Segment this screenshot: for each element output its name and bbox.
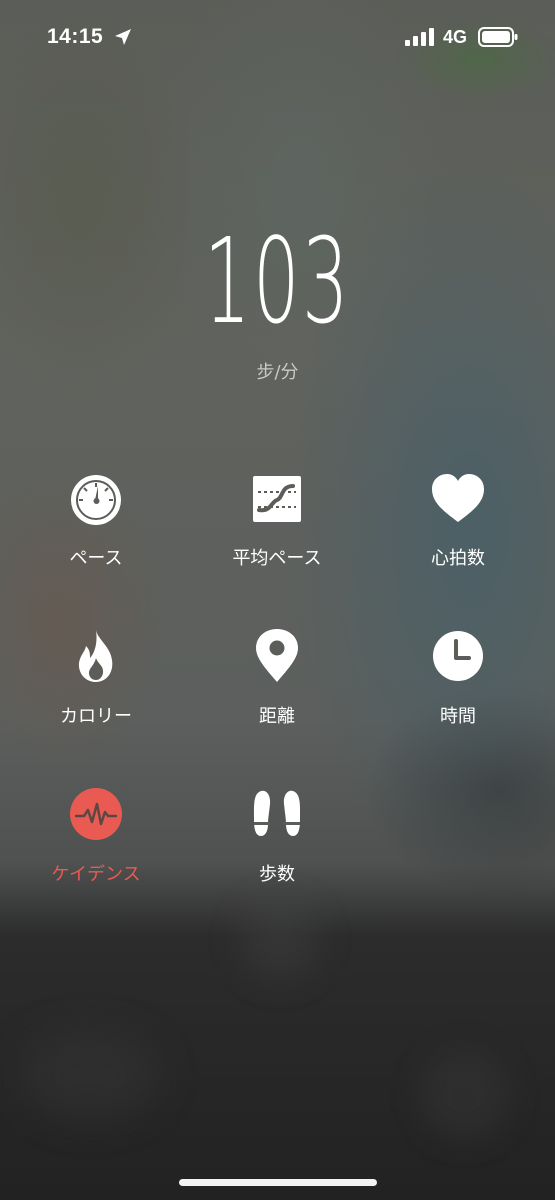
home-indicator[interactable]	[179, 1179, 377, 1186]
speedometer-icon	[71, 475, 121, 525]
flame-icon	[78, 630, 113, 682]
option-steps[interactable]: 歩数	[186, 786, 368, 886]
network-type: 4G	[443, 27, 468, 47]
location-arrow-icon	[115, 29, 131, 45]
option-average-pace[interactable]: 平均ペース	[186, 470, 368, 570]
option-label: ケイデンス	[51, 864, 141, 885]
cadence-value: 103	[203, 212, 352, 350]
option-heart-rate[interactable]: 心拍数	[367, 470, 549, 570]
option-cadence[interactable]: ケイデンス	[5, 786, 187, 886]
status-bar: 14:15 4G	[0, 0, 555, 72]
option-label: 距離	[259, 706, 295, 727]
option-label: 心拍数	[431, 548, 485, 569]
option-label: 歩数	[259, 864, 295, 885]
average-pace-icon	[253, 476, 301, 522]
option-label: 平均ペース	[232, 548, 322, 569]
option-label: 時間	[440, 706, 476, 727]
status-time: 14:15	[47, 25, 104, 48]
option-time[interactable]: 時間	[367, 628, 549, 728]
footprints-icon	[253, 790, 301, 836]
option-label: カロリー	[60, 706, 132, 727]
signal-strength-icon	[405, 28, 434, 46]
option-label: ペース	[69, 548, 123, 569]
option-calories[interactable]: カロリー	[5, 628, 187, 728]
option-distance[interactable]: 距離	[186, 628, 368, 728]
cadence-unit: 步/分	[256, 362, 299, 383]
location-pin-icon	[256, 629, 298, 682]
battery-icon	[478, 27, 518, 47]
heart-icon	[432, 474, 484, 522]
clock-icon	[433, 631, 483, 681]
blurred-map-background	[0, 0, 555, 1200]
cadence-pulse-icon	[70, 788, 122, 840]
option-pace[interactable]: ペース	[5, 470, 187, 570]
